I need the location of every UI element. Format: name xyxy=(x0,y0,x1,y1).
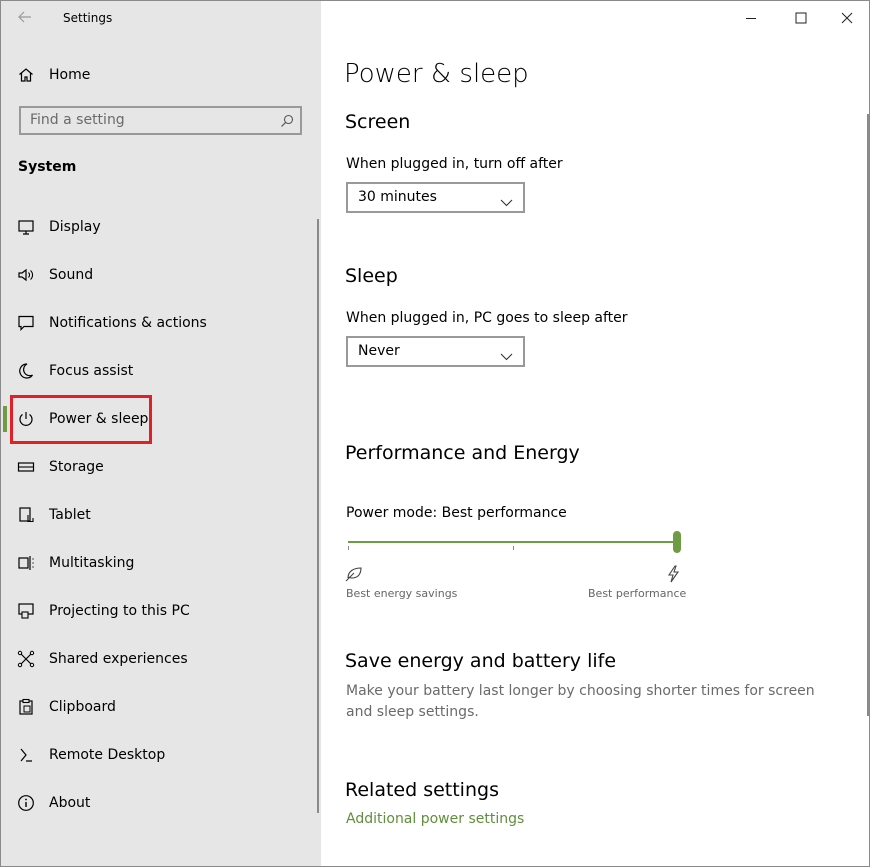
sidebar-item-label: Projecting to this PC xyxy=(49,603,190,619)
sleep-label: When plugged in, PC goes to sleep after xyxy=(346,310,628,326)
sidebar-item-remote-desktop[interactable]: Remote Desktop xyxy=(1,735,321,775)
home-icon xyxy=(17,66,35,84)
clipboard-icon xyxy=(17,698,35,716)
slider-thumb[interactable] xyxy=(673,531,681,553)
maximize-icon xyxy=(795,12,807,24)
sidebar-home[interactable]: Home xyxy=(1,55,321,95)
slider-track xyxy=(348,541,676,543)
notification-icon xyxy=(17,314,35,332)
sidebar-item-label: Shared experiences xyxy=(49,651,188,667)
screen-timeout-dropdown[interactable]: 30 minutes xyxy=(346,182,525,213)
search-input[interactable] xyxy=(30,112,270,128)
info-icon xyxy=(17,794,35,812)
sidebar-item-label: Remote Desktop xyxy=(49,747,166,763)
sidebar-item-label: About xyxy=(49,795,91,811)
sidebar-item-projecting[interactable]: Projecting to this PC xyxy=(1,591,321,631)
system-heading: System xyxy=(18,159,77,175)
speaker-icon xyxy=(17,266,35,284)
save-energy-heading: Save energy and battery life xyxy=(345,650,617,672)
close-button[interactable] xyxy=(825,3,869,33)
screen-heading: Screen xyxy=(345,111,411,133)
sidebar-item-label: Storage xyxy=(49,459,104,475)
sidebar-item-label: Sound xyxy=(49,267,94,283)
projector-icon xyxy=(17,602,35,620)
power-mode-label: Power mode: Best performance xyxy=(346,505,567,521)
main-scrollbar[interactable] xyxy=(867,114,869,716)
sidebar-item-multitasking[interactable]: Multitasking xyxy=(1,543,321,583)
sleep-timeout-dropdown[interactable]: Never xyxy=(346,336,525,367)
sidebar-item-label: Tablet xyxy=(49,507,91,523)
performance-heading: Performance and Energy xyxy=(345,442,580,464)
sidebar-scrollbar[interactable] xyxy=(317,219,319,813)
sidebar-item-storage[interactable]: Storage xyxy=(1,447,321,487)
settings-window: Settings Home System Display Sound Notif… xyxy=(0,0,870,867)
sidebar-item-about[interactable]: About xyxy=(1,783,321,823)
back-arrow-icon xyxy=(18,11,31,23)
app-title: Settings xyxy=(63,11,113,25)
save-energy-description: Make your battery last longer by choosin… xyxy=(346,683,815,720)
remote-desktop-icon xyxy=(17,746,35,764)
chevron-down-icon xyxy=(500,192,513,211)
close-icon xyxy=(841,12,853,24)
dropdown-value: Never xyxy=(358,343,400,359)
moon-icon xyxy=(17,362,35,380)
slider-tick xyxy=(348,546,349,550)
sidebar-item-label: Multitasking xyxy=(49,555,135,571)
related-settings-heading: Related settings xyxy=(345,779,499,801)
sidebar-item-tablet[interactable]: Tablet xyxy=(1,495,321,535)
sidebar-item-display[interactable]: Display xyxy=(1,207,321,247)
tablet-icon xyxy=(17,506,35,524)
sidebar-item-shared-experiences[interactable]: Shared experiences xyxy=(1,639,321,679)
sidebar-item-label: Clipboard xyxy=(49,699,116,715)
best-energy-savings-label: Best energy savings xyxy=(346,587,458,600)
leaf-icon xyxy=(345,566,363,586)
sidebar-item-sound[interactable]: Sound xyxy=(1,255,321,295)
search-icon[interactable] xyxy=(280,113,294,132)
slider-tick xyxy=(513,546,514,550)
storage-icon xyxy=(17,458,35,476)
sleep-heading: Sleep xyxy=(345,265,398,287)
search-box[interactable] xyxy=(19,106,302,135)
sidebar-item-label: Notifications & actions xyxy=(49,315,207,331)
sidebar-item-focus-assist[interactable]: Focus assist xyxy=(1,351,321,391)
minimize-button[interactable] xyxy=(729,3,773,33)
main-content: Power & sleep Screen When plugged in, tu… xyxy=(321,1,869,866)
monitor-icon xyxy=(17,218,35,236)
shared-icon xyxy=(17,650,35,668)
sidebar-item-label: Display xyxy=(49,219,101,235)
screen-label: When plugged in, turn off after xyxy=(346,156,563,172)
back-button[interactable] xyxy=(9,3,41,33)
additional-power-settings-link[interactable]: Additional power settings xyxy=(346,811,524,827)
sidebar-item-notifications[interactable]: Notifications & actions xyxy=(1,303,321,343)
selected-indicator xyxy=(3,406,7,432)
sidebar: Settings Home System Display Sound Notif… xyxy=(1,1,321,866)
power-mode-slider[interactable] xyxy=(346,529,686,559)
best-performance-label: Best performance xyxy=(588,587,687,600)
dropdown-value: 30 minutes xyxy=(358,189,437,205)
page-title: Power & sleep xyxy=(344,59,529,89)
chevron-down-icon xyxy=(500,346,513,365)
maximize-button[interactable] xyxy=(779,3,823,33)
sidebar-home-label: Home xyxy=(49,67,91,83)
multitasking-icon xyxy=(17,554,35,572)
lightning-icon xyxy=(666,565,680,587)
highlight-box xyxy=(10,395,152,444)
sidebar-item-clipboard[interactable]: Clipboard xyxy=(1,687,321,727)
sidebar-item-label: Focus assist xyxy=(49,363,134,379)
minimize-icon xyxy=(746,18,756,19)
